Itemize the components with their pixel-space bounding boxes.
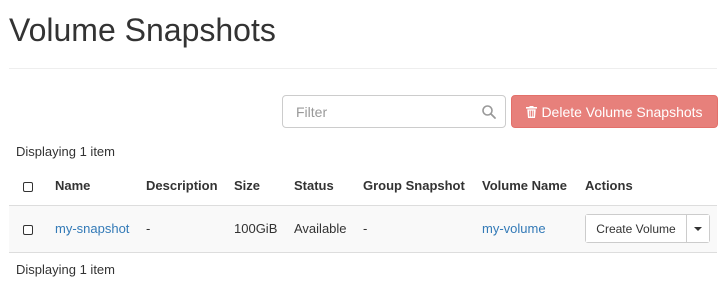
column-header-size[interactable]: Size xyxy=(234,178,260,193)
column-header-status[interactable]: Status xyxy=(294,178,334,193)
column-header-description[interactable]: Description xyxy=(146,178,218,193)
title-divider xyxy=(9,68,717,69)
column-header-actions: Actions xyxy=(585,178,633,193)
filter-box[interactable] xyxy=(282,95,506,128)
row-checkbox[interactable] xyxy=(23,225,33,235)
chevron-down-icon xyxy=(694,226,702,231)
trash-icon xyxy=(526,105,538,118)
filter-input[interactable] xyxy=(283,96,473,127)
create-volume-button[interactable]: Create Volume xyxy=(586,215,687,242)
search-icon[interactable] xyxy=(481,104,497,120)
column-header-group-snapshot[interactable]: Group Snapshot xyxy=(363,178,465,193)
actions-dropdown-toggle[interactable] xyxy=(687,215,709,242)
delete-volume-snapshots-button[interactable]: Delete Volume Snapshots xyxy=(511,95,718,128)
snapshot-description: - xyxy=(146,221,151,236)
column-header-volume-name[interactable]: Volume Name xyxy=(482,178,567,193)
delete-button-label: Delete Volume Snapshots xyxy=(541,103,703,120)
page-title: Volume Snapshots xyxy=(9,12,276,48)
select-all-checkbox[interactable] xyxy=(23,182,33,192)
volume-name-link[interactable]: my-volume xyxy=(482,221,546,236)
row-divider xyxy=(9,252,717,253)
snapshot-name-link[interactable]: my-snapshot xyxy=(55,221,129,236)
snapshot-group-snapshot: - xyxy=(363,221,368,236)
snapshot-size: 100GiB xyxy=(234,221,278,236)
snapshot-status: Available xyxy=(294,221,347,236)
item-count-top: Displaying 1 item xyxy=(16,144,115,159)
item-count-bottom: Displaying 1 item xyxy=(16,262,115,277)
column-header-name[interactable]: Name xyxy=(55,178,90,193)
row-actions: Create Volume xyxy=(585,214,710,243)
